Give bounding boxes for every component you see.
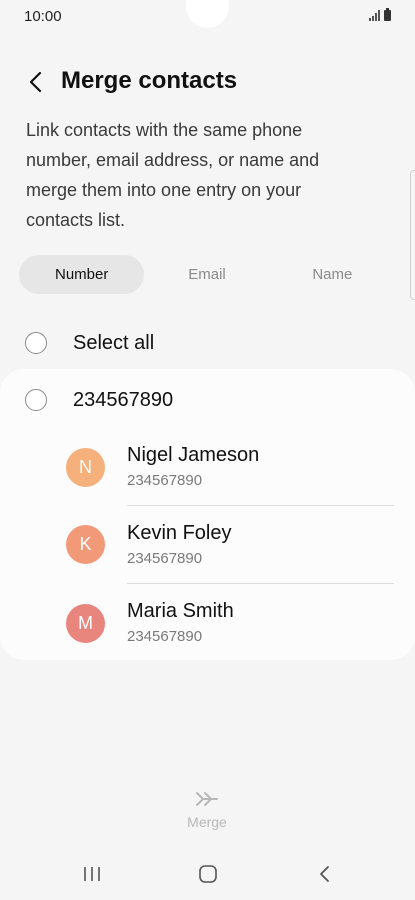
duplicate-group-card: 234567890 N Nigel Jameson 234567890 K Ke… <box>0 369 415 660</box>
avatar: N <box>66 448 105 487</box>
tab-email[interactable]: Email <box>144 255 269 294</box>
divider <box>127 505 394 506</box>
signal-icon <box>369 10 380 21</box>
tab-number[interactable]: Number <box>19 255 145 294</box>
camera-notch <box>186 0 229 28</box>
contact-number: 234567890 <box>127 628 203 645</box>
avatar: K <box>66 525 105 564</box>
contact-item: M Maria Smith 234567890 <box>0 594 415 672</box>
select-all-radio[interactable] <box>25 332 47 354</box>
recents-button[interactable] <box>72 860 112 888</box>
recents-icon <box>84 867 100 881</box>
description-text: Link contacts with the same phone number… <box>26 120 320 230</box>
navigation-bar <box>0 852 415 896</box>
chevron-left-icon <box>29 71 42 93</box>
home-icon <box>199 865 217 883</box>
contact-name: Nigel Jameson <box>127 444 260 466</box>
divider <box>127 583 394 584</box>
battery-icon <box>384 8 391 21</box>
back-icon <box>320 866 329 882</box>
contact-number: 234567890 <box>127 472 203 489</box>
select-all-row[interactable]: Select all <box>0 322 415 364</box>
home-button[interactable] <box>188 860 228 888</box>
group-header[interactable]: 234567890 <box>0 385 415 415</box>
merge-label: Merge <box>187 814 227 830</box>
back-button[interactable] <box>20 66 52 98</box>
select-all-label: Select all <box>73 331 155 354</box>
contact-name: Maria Smith <box>127 600 234 622</box>
status-icons <box>369 8 391 21</box>
scroll-indicator[interactable] <box>410 170 415 300</box>
merge-button[interactable]: Merge <box>167 790 247 842</box>
contact-number: 234567890 <box>127 550 203 567</box>
header: Merge contacts <box>0 62 415 102</box>
tab-name[interactable]: Name <box>270 255 395 294</box>
contact-item: N Nigel Jameson 234567890 <box>0 438 415 516</box>
contact-name: Kevin Foley <box>127 522 232 544</box>
tab-bar: Number Email Name <box>19 255 395 294</box>
merge-arrows-icon <box>196 792 218 806</box>
avatar: M <box>66 604 105 643</box>
page-title: Merge contacts <box>61 67 238 94</box>
status-time: 10:00 <box>24 8 62 25</box>
group-radio[interactable] <box>25 389 47 411</box>
contact-item: K Kevin Foley 234567890 <box>0 516 415 594</box>
status-bar: 10:00 <box>0 0 415 34</box>
nav-back-button[interactable] <box>305 860 345 888</box>
group-number: 234567890 <box>73 388 174 411</box>
